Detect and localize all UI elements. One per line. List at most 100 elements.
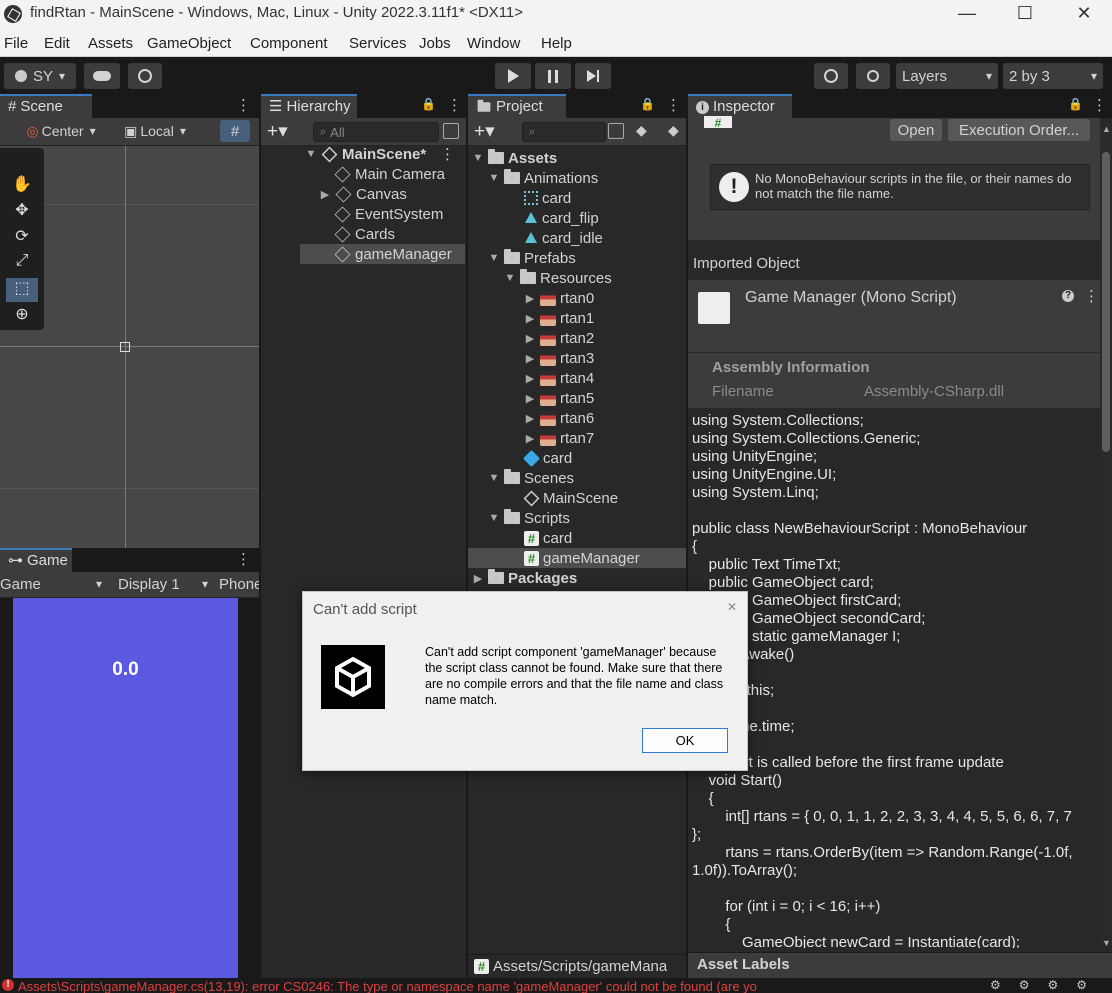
menu-window[interactable]: Window — [467, 35, 520, 52]
hierarchy-item-eventsystem[interactable]: EventSystem — [334, 204, 443, 224]
scroll-down-icon[interactable]: ▼ — [1102, 938, 1111, 948]
pause-button[interactable] — [535, 63, 571, 89]
project-item-card-prefab[interactable]: card — [523, 448, 572, 468]
hierarchy-filter-icon[interactable] — [443, 123, 459, 139]
project-label-icon[interactable]: ◆ — [668, 122, 679, 139]
project-lock-icon[interactable]: 🔒 — [640, 97, 655, 111]
menu-component[interactable]: Component — [250, 35, 328, 52]
step-button[interactable] — [575, 63, 611, 89]
tab-inspector[interactable]: i Inspector — [688, 94, 792, 118]
rect-tool-icon[interactable]: ⬚ — [6, 278, 38, 302]
project-folder-scenes[interactable]: ▼ Scenes — [488, 468, 574, 488]
hierarchy-menu-icon[interactable]: ⋮ — [447, 96, 462, 114]
tab-hierarchy[interactable]: ☰ Hierarchy — [261, 94, 357, 118]
cloud-button[interactable] — [84, 63, 120, 89]
hierarchy-add-icon[interactable]: +▾ — [267, 120, 288, 143]
hierarchy-item-canvas[interactable]: ▶ Canvas — [319, 184, 407, 204]
project-add-icon[interactable]: +▾ — [474, 120, 495, 143]
layout-dropdown[interactable]: 2 by 3 — [1003, 63, 1103, 89]
search-button[interactable] — [856, 63, 890, 89]
scroll-up-icon[interactable]: ▲ — [1102, 124, 1111, 134]
component-kebab-icon[interactable]: ⋮ — [1084, 287, 1099, 305]
move-tool-icon[interactable]: ✥ — [8, 200, 36, 222]
menu-jobs[interactable]: Jobs — [419, 35, 451, 52]
canvas-handle[interactable] — [120, 342, 130, 352]
project-item-rtan7[interactable]: ▶ rtan7 — [524, 428, 594, 448]
menu-file[interactable]: File — [4, 35, 28, 52]
project-item-card-script[interactable]: # card — [524, 528, 572, 548]
hierarchy-search-input[interactable]: ⌕ All — [313, 122, 439, 142]
project-item-rtan6[interactable]: ▶ rtan6 — [524, 408, 594, 428]
collab-button[interactable] — [128, 63, 162, 89]
hierarchy-item-cards[interactable]: Cards — [334, 224, 395, 244]
ok-button[interactable]: OK — [642, 728, 728, 753]
hierarchy-lock-icon[interactable]: 🔒 — [421, 97, 436, 111]
project-item-card-controller[interactable]: card — [524, 188, 571, 208]
game-menu-icon[interactable]: ⋮ — [236, 550, 251, 568]
menu-assets[interactable]: Assets — [88, 35, 133, 52]
project-folder-prefabs[interactable]: ▼ Prefabs — [488, 248, 576, 268]
inspector-scrollbar[interactable]: ▲ ▼ — [1100, 124, 1112, 948]
project-item-mainscene[interactable]: MainScene — [523, 488, 618, 508]
view-tool-icon[interactable]: ✋ — [8, 174, 36, 196]
grid-snap-button[interactable]: # — [220, 120, 250, 142]
tab-scene[interactable]: # Scene — [0, 94, 92, 118]
project-item-rtan1[interactable]: ▶ rtan1 — [524, 308, 594, 328]
tab-project[interactable]: Project — [468, 94, 566, 118]
project-folder-animations[interactable]: ▼ Animations — [488, 168, 598, 188]
display-dropdown[interactable]: Display 1 — [112, 573, 212, 595]
aspect-dropdown[interactable]: Phone — [216, 573, 259, 595]
scene-kebab-icon[interactable]: ⋮ — [440, 145, 465, 163]
tab-game[interactable]: ⊶ Game — [0, 548, 72, 572]
pivot-dropdown[interactable]: ◎ Center — [16, 120, 106, 142]
project-item-rtan0[interactable]: ▶ rtan0 — [524, 288, 594, 308]
account-dropdown[interactable]: SY — [4, 63, 76, 89]
hierarchy-item-main-camera[interactable]: Main Camera — [334, 164, 445, 184]
hierarchy-scene-row[interactable]: ▼ MainScene* ⋮ — [305, 144, 465, 164]
help-icon[interactable]: ? — [1062, 290, 1074, 302]
project-item-rtan5[interactable]: ▶ rtan5 — [524, 388, 594, 408]
rotate-tool-icon[interactable]: ⟳ — [8, 226, 36, 248]
menu-help[interactable]: Help — [541, 35, 572, 52]
scroll-thumb[interactable] — [1102, 152, 1110, 452]
hierarchy-search-placeholder: All — [330, 124, 345, 140]
project-folder-scripts[interactable]: ▼ Scripts — [488, 508, 570, 528]
scene-viewport[interactable]: ✋ ✥ ⟳ ⤢ ⬚ ⊕ — [0, 146, 259, 550]
project-type-icon[interactable]: ◆ — [636, 122, 647, 139]
project-item-card-flip[interactable]: card_flip — [524, 208, 599, 228]
console-error-message[interactable]: Assets\Scripts\gameManager.cs(13,19): er… — [18, 979, 757, 993]
asset-labels-bar[interactable]: Asset Labels — [688, 952, 1112, 978]
project-item-gamemanager-script[interactable]: # gameManager — [468, 548, 686, 568]
scene-menu-icon[interactable]: ⋮ — [236, 96, 251, 114]
transform-tool-icon[interactable]: ⊕ — [8, 304, 36, 326]
minimize-button[interactable]: — — [944, 2, 990, 26]
project-filter-icon[interactable] — [608, 123, 624, 139]
maximize-button[interactable]: ☐ — [1002, 2, 1048, 26]
play-button[interactable] — [495, 63, 531, 89]
project-folder-resources[interactable]: ▼ Resources — [504, 268, 612, 288]
undo-history-button[interactable] — [814, 63, 848, 89]
inspector-lock-icon[interactable]: 🔒 — [1068, 97, 1083, 111]
game-view[interactable]: 0.0 — [13, 598, 238, 978]
scale-tool-icon[interactable]: ⤢ — [8, 252, 36, 274]
execution-order-button[interactable]: Execution Order... — [948, 119, 1090, 141]
layers-dropdown[interactable]: Layers — [896, 63, 998, 89]
hierarchy-item-gamemanager[interactable]: gameManager — [300, 244, 465, 264]
menu-gameobject[interactable]: GameObject — [147, 35, 231, 52]
game-mode-dropdown[interactable]: Game — [0, 573, 106, 595]
open-button[interactable]: Open — [890, 119, 942, 141]
project-item-rtan4[interactable]: ▶ rtan4 — [524, 368, 594, 388]
close-window-button[interactable]: ✕ — [1061, 2, 1107, 26]
project-item-rtan2[interactable]: ▶ rtan2 — [524, 328, 594, 348]
project-item-card-idle[interactable]: card_idle — [524, 228, 603, 248]
project-folder-assets[interactable]: ▼ Assets — [472, 148, 557, 168]
menu-services[interactable]: Services — [349, 35, 407, 52]
menu-edit[interactable]: Edit — [44, 35, 70, 52]
space-dropdown[interactable]: ▣ Local — [114, 120, 196, 142]
project-menu-icon[interactable]: ⋮ — [666, 96, 681, 114]
project-search-input[interactable]: ⌕ — [522, 122, 606, 142]
project-item-rtan3[interactable]: ▶ rtan3 — [524, 348, 594, 368]
project-folder-packages[interactable]: ▶ Packages — [472, 568, 577, 588]
dialog-close-button[interactable]: ✕ — [721, 596, 743, 618]
inspector-menu-icon[interactable]: ⋮ — [1092, 96, 1107, 114]
